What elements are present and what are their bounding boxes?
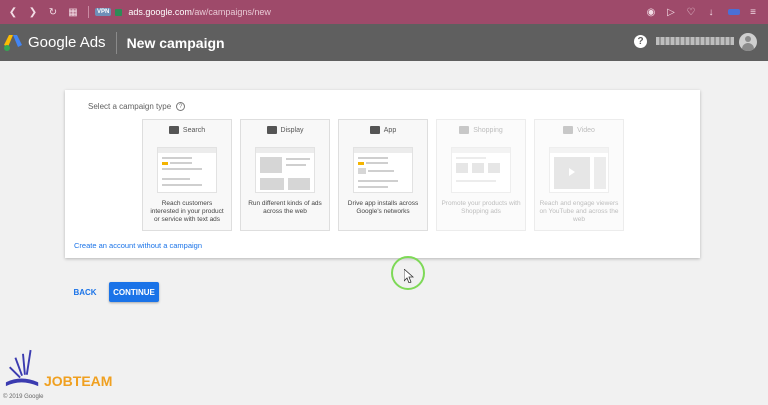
tile-description: Drive app installs across Google's netwo… (347, 200, 419, 215)
display-icon (266, 126, 277, 134)
tile-title: Search (182, 126, 206, 134)
tile-title: App (383, 126, 397, 134)
tile-header: Search (143, 120, 231, 140)
heart-icon[interactable]: ♡ (684, 5, 698, 19)
browser-right-icons: ◉ ▷ ♡ ↓ ≡ (644, 5, 760, 19)
tile-app[interactable]: App Drive app installs across Google's n… (338, 119, 428, 231)
tile-header: App (339, 120, 427, 140)
vpn-badge[interactable]: VPN (95, 8, 112, 16)
extension-icon[interactable] (728, 9, 740, 15)
tile-preview (353, 147, 413, 193)
browser-toolbar: ❮ ❯ ↻ ▦ VPN ads.google.com/aw/campaigns/… (0, 0, 768, 24)
watermark-brand: JOBTEAM (44, 373, 113, 389)
back-button[interactable]: BACK (70, 283, 100, 301)
tile-preview (157, 147, 217, 193)
page-title: New campaign (126, 34, 225, 51)
back-arrow-icon[interactable]: ❮ (6, 5, 20, 19)
book-logo-icon (5, 349, 39, 387)
tile-video: Video Reach and engage viewers on YouTub… (534, 119, 624, 231)
tile-header: Video (535, 120, 623, 140)
campaign-type-tiles: Search Reach customers interested in you… (142, 119, 624, 231)
account-email[interactable] (656, 37, 734, 45)
speed-dial-icon[interactable]: ▦ (66, 5, 80, 19)
google-ads-logo-icon (4, 34, 22, 51)
tile-description: Run different kinds of ads across the we… (248, 200, 322, 215)
toolbar-divider (88, 6, 89, 18)
url-host: ads.google.com (128, 7, 192, 17)
camera-icon[interactable]: ◉ (644, 5, 658, 19)
shopping-icon (459, 126, 470, 134)
tile-shopping: Shopping Promote your products with Shop… (436, 119, 526, 231)
send-icon[interactable]: ▷ (664, 5, 678, 19)
tile-title: Display (280, 126, 304, 134)
campaign-type-heading: Select a campaign type ? (88, 102, 186, 111)
header-divider (115, 31, 117, 54)
tile-preview (255, 147, 315, 193)
brand-name[interactable]: Google Ads (28, 34, 106, 51)
menu-icon[interactable]: ≡ (746, 5, 760, 19)
video-icon (563, 126, 574, 134)
tile-header: Shopping (437, 120, 525, 140)
tile-description: Reach customers interested in your produ… (150, 200, 224, 223)
secure-lock-icon[interactable] (115, 8, 123, 16)
tile-header: Display (241, 120, 329, 140)
help-icon[interactable]: ? (634, 35, 647, 48)
reload-icon[interactable]: ↻ (46, 5, 60, 19)
tile-search[interactable]: Search Reach customers interested in you… (142, 119, 232, 231)
continue-button[interactable]: CONTINUE (109, 282, 159, 302)
ads-header: Google Ads New campaign ? (0, 24, 768, 61)
campaign-type-card: Select a campaign type ? Search Reach cu… (65, 90, 700, 258)
avatar[interactable] (739, 33, 757, 51)
tile-description: Reach and engage viewers on YouTube and … (539, 200, 619, 223)
copyright-text: © 2019 Google (3, 394, 44, 400)
campaign-type-label: Select a campaign type (88, 102, 172, 111)
tile-title: Shopping (473, 126, 503, 134)
app-icon (369, 126, 380, 134)
question-icon[interactable]: ? (176, 102, 186, 111)
play-icon (569, 168, 575, 176)
tile-preview (549, 147, 609, 193)
download-icon[interactable]: ↓ (704, 5, 718, 19)
search-icon (168, 126, 179, 134)
tile-display[interactable]: Display Run different kinds of ads acros… (240, 119, 330, 231)
create-account-without-campaign-link[interactable]: Create an account without a campaign (74, 241, 202, 250)
address-bar[interactable]: ads.google.com/aw/campaigns/new (128, 7, 271, 17)
tile-description: Promote your products with Shopping ads (441, 200, 521, 215)
tile-title: Video (577, 126, 595, 134)
tile-preview (451, 147, 511, 193)
url-path: /aw/campaigns/new (191, 7, 271, 17)
forward-arrow-icon[interactable]: ❯ (26, 5, 40, 19)
mouse-cursor-icon (404, 269, 414, 283)
